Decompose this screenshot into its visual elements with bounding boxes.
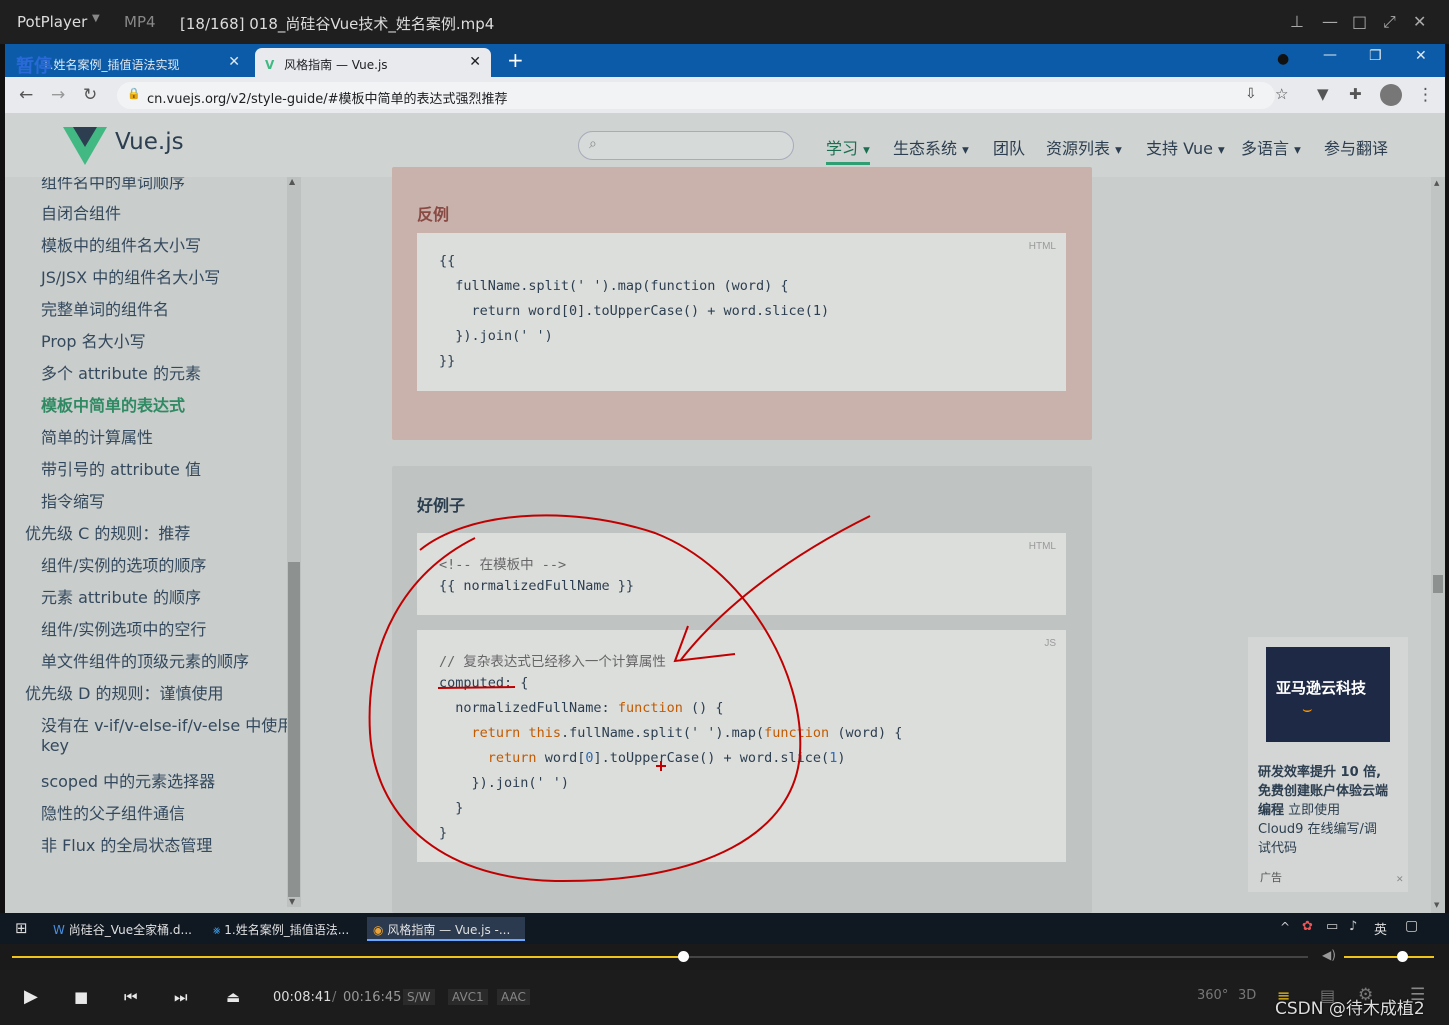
browser-toolbar: ← → ↻ 🔒 cn.vuejs.org/v2/style-guide/#模板中…: [5, 77, 1445, 113]
extension-vue-icon[interactable]: ▼: [1317, 85, 1329, 103]
volume-icon[interactable]: ◀): [1322, 948, 1336, 962]
bookmark-star-icon[interactable]: ☆: [1275, 85, 1288, 103]
player-format: MP4: [124, 13, 156, 31]
player-controls: ▶ ■ ⏮ ⏭ ⏏ 00:08:41 / 00:16:45 S/W AVC1 A…: [0, 970, 1449, 1025]
vr360-button[interactable]: 360°: [1197, 988, 1228, 1003]
minimize-icon[interactable]: —: [1322, 12, 1338, 31]
webpage: Vue.js ⌕ 学习 ▾ 生态系统 ▾ 团队 资源列表 ▾ 支持 Vue ▾ …: [5, 113, 1445, 913]
eject-icon[interactable]: ⏏: [226, 988, 240, 1006]
3d-button[interactable]: 3D: [1238, 988, 1256, 1003]
fullscreen-icon[interactable]: ⤢: [1383, 12, 1396, 32]
vscode-icon: ⨳: [213, 923, 221, 937]
tab-active[interactable]: V 风格指南 — Vue.js ✕: [255, 48, 491, 77]
tab-search-icon[interactable]: ●: [1277, 51, 1289, 67]
codec-tag[interactable]: AVC1: [448, 989, 488, 1005]
windows-taskbar: ⊞ W 尚硅谷_Vue全家桶.d... ⨳ 1.姓名案例_插值语法... ◉ 风…: [0, 913, 1449, 944]
forward-arrow-icon[interactable]: →: [51, 85, 65, 105]
codec-tag[interactable]: AAC: [497, 989, 530, 1005]
close-tab-icon[interactable]: ✕: [469, 54, 481, 70]
word-icon: W: [53, 923, 65, 937]
pause-state-label: 暂停: [16, 56, 52, 77]
notification-icon[interactable]: ▢: [1405, 918, 1418, 934]
red-annotation-overlay: [368, 514, 871, 883]
address-bar[interactable]: 🔒 cn.vuejs.org/v2/style-guide/#模板中简单的表达式…: [117, 82, 1288, 109]
volume-handle[interactable]: [1397, 951, 1408, 962]
battery-icon[interactable]: ▭: [1326, 919, 1338, 934]
time-current: 00:08:41: [273, 990, 332, 1005]
codec-tag[interactable]: S/W: [403, 989, 435, 1005]
windows-start-icon[interactable]: ⊞: [15, 919, 28, 937]
volume-icon[interactable]: ♪: [1349, 919, 1357, 934]
time-total: 00:16:45: [343, 990, 402, 1005]
back-arrow-icon[interactable]: ←: [19, 85, 33, 105]
time-separator: /: [332, 990, 337, 1005]
player-seek-area[interactable]: ◀): [0, 944, 1449, 970]
tab-label: 风格指南 — Vue.js: [284, 58, 388, 72]
previous-icon[interactable]: ⏮: [124, 988, 138, 1006]
chevron-down-icon[interactable]: ▼: [92, 13, 100, 24]
player-title-bar: PotPlayer ▼ MP4 [18/168] 018_尚硅谷Vue技术_姓名…: [0, 0, 1449, 44]
watermark: CSDN @待木成植2: [1275, 999, 1425, 1019]
install-icon[interactable]: ⇩: [1245, 86, 1257, 102]
seek-fill: [12, 956, 683, 958]
vue-favicon-icon: V: [265, 58, 275, 72]
tray-chevron-icon[interactable]: ^: [1280, 920, 1290, 934]
volume-slider[interactable]: [1344, 956, 1434, 958]
lock-icon: 🔒: [127, 87, 141, 100]
close-icon[interactable]: ✕: [1413, 12, 1426, 31]
close-window-icon[interactable]: ✕: [1415, 48, 1427, 64]
url-text: cn.vuejs.org/v2/style-guide/#模板中简单的表达式强烈…: [147, 92, 508, 107]
menu-kebab-icon[interactable]: ⋮: [1417, 85, 1434, 105]
restore-icon[interactable]: ❐: [1369, 48, 1382, 64]
player-app-name[interactable]: PotPlayer: [17, 13, 87, 31]
extensions-puzzle-icon[interactable]: ✚: [1349, 85, 1362, 103]
maximize-icon[interactable]: □: [1352, 12, 1367, 31]
close-tab-icon[interactable]: ✕: [228, 54, 240, 70]
new-tab-button[interactable]: +: [507, 48, 524, 72]
ime-indicator[interactable]: 英: [1374, 919, 1387, 938]
browser-tab-bar: 1.姓名案例_插值语法实现 ✕ V 风格指南 — Vue.js ✕ + ● — …: [5, 44, 1445, 77]
play-icon[interactable]: ▶: [24, 986, 38, 1007]
taskbar-item[interactable]: W 尚硅谷_Vue全家桶.d...: [47, 917, 199, 941]
reload-icon[interactable]: ↻: [83, 85, 97, 105]
player-file-title: [18/168] 018_尚硅谷Vue技术_姓名案例.mp4: [180, 15, 495, 33]
avatar[interactable]: [1380, 84, 1402, 106]
chrome-icon: ◉: [373, 923, 384, 937]
minimize-icon[interactable]: —: [1323, 47, 1337, 63]
taskbar-item-active[interactable]: ◉ 风格指南 — Vue.js -...: [367, 917, 525, 941]
pin-icon[interactable]: ⊥: [1290, 12, 1304, 31]
seek-handle[interactable]: [678, 951, 689, 962]
tray-app-icon[interactable]: ✿: [1302, 919, 1313, 934]
taskbar-item[interactable]: ⨳ 1.姓名案例_插值语法...: [207, 917, 359, 941]
stop-icon[interactable]: ■: [74, 988, 88, 1006]
next-icon[interactable]: ⏭: [174, 988, 188, 1006]
